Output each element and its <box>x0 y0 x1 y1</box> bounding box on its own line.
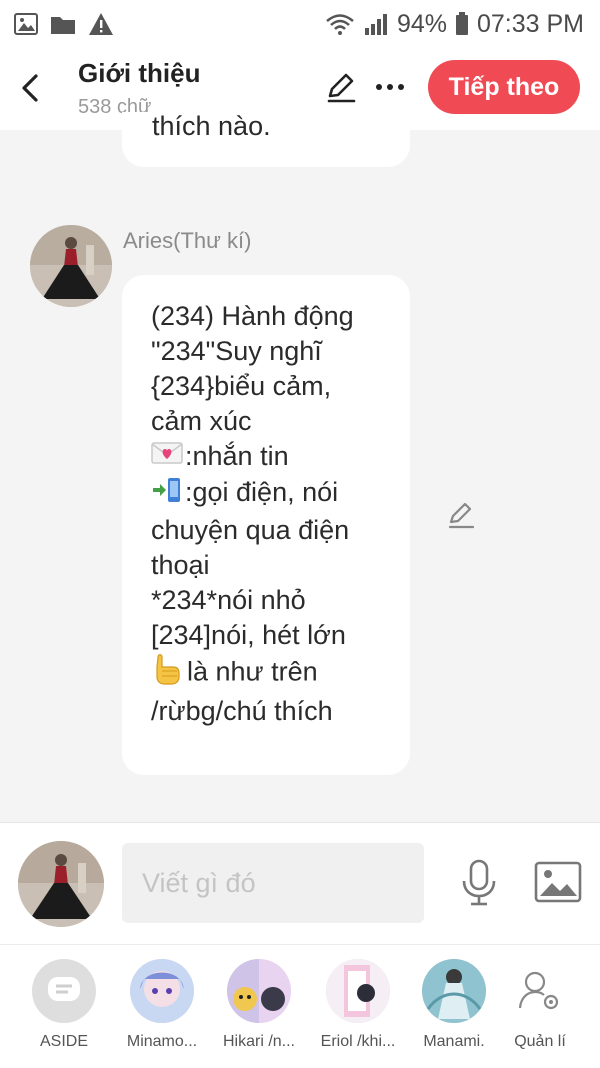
status-left-icons <box>14 12 114 36</box>
edit-button[interactable] <box>324 70 358 104</box>
avatar <box>326 959 390 1023</box>
bottom-item-label: Hikari /n... <box>222 1033 295 1050</box>
status-bar: 94% 07:33 PM <box>0 0 600 48</box>
message-line: /rừbg/chú thích <box>151 695 333 726</box>
signal-icon <box>364 14 387 35</box>
warning-icon <box>89 13 113 35</box>
avatar-image <box>30 225 112 307</box>
message-line: {234}biểu cảm, <box>151 371 332 401</box>
current-user-avatar[interactable] <box>18 841 104 927</box>
bottom-item-manage[interactable]: Quản lí <box>494 959 586 1059</box>
message-line: (234) Hành động <box>151 301 354 331</box>
bottom-item-eriol[interactable]: Eriol /khi... <box>312 959 404 1059</box>
message-line: chuyện qua điện <box>151 514 350 545</box>
previous-message-text: thích nào. <box>152 112 271 141</box>
microphone-icon <box>462 859 496 906</box>
battery-percent: 94% <box>396 9 447 38</box>
pointing-finger-icon <box>151 653 185 694</box>
message-bubble[interactable]: (234) Hành động "234"Suy nghĩ {234}biểu … <box>122 275 410 775</box>
sender-avatar[interactable] <box>30 225 112 307</box>
next-button[interactable]: Tiếp theo <box>428 60 580 114</box>
bottom-item-minamo[interactable]: Minamo... <box>116 959 208 1059</box>
bottom-item-hikari[interactable]: Hikari /n... <box>213 959 305 1059</box>
message-text: (234) Hành động "234"Suy nghĩ {234}biểu … <box>151 299 401 729</box>
bottom-item-label: Quản lí <box>514 1033 566 1050</box>
avatar <box>422 959 486 1023</box>
microphone-button[interactable] <box>458 859 500 907</box>
message-input[interactable] <box>122 843 424 923</box>
pencil-icon <box>327 73 356 103</box>
bottom-bar: ASIDE Minamo... Hikari /n... Eriol /khi.… <box>0 944 600 1068</box>
page-title: Giới thiệu <box>78 58 201 88</box>
back-button[interactable] <box>14 68 48 108</box>
message-line: [234]nói, hét lớn <box>151 619 346 650</box>
message-line-with-icon: :gọi điện, nói <box>151 475 401 512</box>
bottom-item-label: ASIDE <box>39 1033 88 1050</box>
message-line: cảm xúc <box>151 406 252 436</box>
message-line: thoại <box>151 549 210 580</box>
message-line: "234"Suy nghĩ <box>151 336 322 366</box>
image-icon <box>14 13 38 35</box>
message-line-with-icon: :nhắn tin <box>151 439 401 475</box>
phone-incoming-icon <box>151 476 183 513</box>
image-icon <box>534 861 582 903</box>
folder-icon <box>51 17 75 34</box>
avatar <box>227 959 291 1023</box>
bottom-item-manami[interactable]: Manami. <box>408 959 500 1059</box>
image-button[interactable] <box>534 861 582 903</box>
more-options-button[interactable] <box>372 70 408 104</box>
clock: 07:33 PM <box>476 9 584 38</box>
avatar-image <box>18 841 104 927</box>
message-line-with-icon: là như trên <box>151 653 401 694</box>
bottom-item-label: Eriol /khi... <box>320 1033 396 1050</box>
avatar <box>130 959 194 1023</box>
battery-icon <box>455 12 468 35</box>
aside-icon <box>32 959 96 1023</box>
bottom-item-label: Manami. <box>423 1033 485 1050</box>
bottom-item-aside[interactable]: ASIDE <box>18 959 110 1059</box>
manage-user-icon <box>508 959 572 1023</box>
wifi-icon <box>326 14 354 35</box>
sender-name: Aries(Thư kí) <box>123 228 252 253</box>
more-dots-icon <box>376 84 404 90</box>
previous-message-bubble: thích nào. <box>122 112 410 167</box>
chevron-left-icon <box>22 74 38 102</box>
bottom-item-label: Minamo... <box>126 1033 198 1050</box>
status-right: 94% 07:33 PM <box>325 10 584 39</box>
message-line: *234*nói nhỏ <box>151 584 306 615</box>
pencil-icon <box>448 502 475 529</box>
composer-bar <box>0 822 600 945</box>
love-letter-icon <box>151 440 183 475</box>
edit-message-button[interactable] <box>446 500 476 530</box>
